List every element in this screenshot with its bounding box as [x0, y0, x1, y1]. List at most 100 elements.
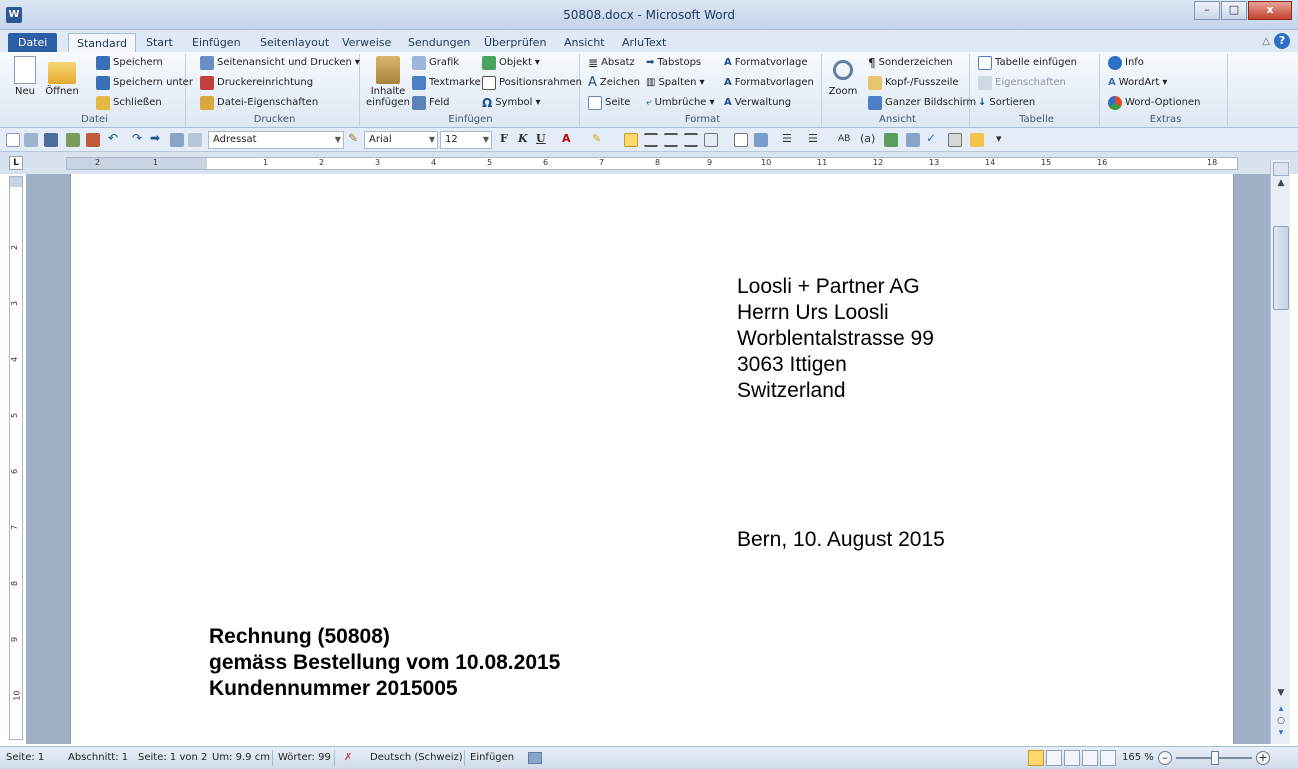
next-page-icon[interactable]: ▾ [1273, 728, 1289, 742]
tab-ueberpruefen[interactable]: Überprüfen [476, 33, 554, 52]
seite-button[interactable]: Seite [588, 94, 630, 112]
oeffnen-button[interactable]: Öffnen [44, 56, 80, 97]
tab-standard[interactable]: Standard [68, 33, 137, 52]
undo-icon[interactable]: ↶ [108, 131, 122, 145]
vertical-scrollbar[interactable]: ▲ ▼ ▴ ○ ▾ [1270, 160, 1290, 744]
verwaltung-button[interactable]: A Verwaltung [724, 94, 791, 112]
proofing-icon[interactable]: ✗ [344, 752, 352, 763]
font-size-combobox[interactable]: 12 ▼ [440, 131, 492, 149]
wordart-button[interactable]: A WordArt ▾ [1108, 74, 1167, 92]
symbol-button[interactable]: Ω Symbol ▾ [482, 94, 541, 112]
formatvorlagen-button[interactable]: A Formatvorlagen [724, 74, 814, 92]
toolbar-icon-4[interactable] [66, 133, 80, 147]
zoom-level[interactable]: 165 % [1122, 752, 1154, 763]
minimize-button[interactable]: – [1194, 1, 1220, 20]
status-section[interactable]: Abschnitt: 1 [68, 752, 128, 763]
numbering-icon[interactable]: ☰ [808, 132, 818, 145]
word-count-icon[interactable] [948, 133, 962, 147]
new-doc-icon[interactable] [6, 133, 20, 147]
info-button[interactable]: Info [1108, 54, 1144, 72]
spellcheck-icon[interactable]: ✓ [926, 131, 940, 145]
scroll-up-icon[interactable]: ▲ [1273, 178, 1289, 192]
recipient-address[interactable]: Loosli + Partner AG Herrn Urs Loosli Wor… [737, 274, 934, 404]
status-page-of[interactable]: Seite: 1 von 2 [138, 752, 207, 763]
zoom-in-button[interactable]: + [1256, 751, 1270, 765]
sonderzeichen-button[interactable]: ¶ Sonderzeichen [868, 54, 953, 72]
spalten-button[interactable]: ▥ Spalten ▾ [646, 74, 705, 92]
status-word-count[interactable]: Wörter: 99 [278, 752, 331, 763]
tab-arlutext[interactable]: ArluText [614, 33, 674, 52]
print-layout-view-icon[interactable] [1028, 750, 1044, 766]
date-line[interactable]: Bern, 10. August 2015 [737, 527, 945, 553]
kopf-fusszeile-button[interactable]: Kopf-/Fusszeile [868, 74, 959, 92]
superscript-icon[interactable]: AB [838, 134, 850, 144]
status-insert-mode[interactable]: Einfügen [470, 752, 514, 763]
speichern-unter-button[interactable]: Speichern unter [96, 74, 193, 92]
highlight-icon[interactable]: ✎ [592, 132, 601, 145]
shading-icon[interactable] [754, 133, 768, 147]
druckereinrichtung-button[interactable]: Druckereinrichtung [200, 74, 313, 92]
tab-selector[interactable]: L [9, 156, 23, 170]
zoom-out-button[interactable]: – [1158, 751, 1172, 765]
seitenansicht-drucken-button[interactable]: Seitenansicht und Drucken ▾ [200, 54, 360, 72]
positionsrahmen-button[interactable]: Positionsrahmen [482, 74, 582, 92]
umbrueche-button[interactable]: ⤶ Umbrüche ▾ [646, 94, 715, 112]
minimize-ribbon-icon[interactable]: △ [1262, 36, 1270, 47]
arrow-right-icon[interactable]: ➡ [150, 131, 164, 145]
sortieren-button[interactable]: ↓ Sortieren [978, 94, 1035, 112]
toolbar-icon-10[interactable] [188, 133, 202, 147]
toolbar-icon-2[interactable] [24, 133, 38, 147]
horizontal-ruler[interactable]: 2 1 1 2 3 4 5 6 7 8 9 10 11 12 13 14 15 16 18 [66, 157, 1238, 170]
underline-button[interactable]: U [536, 132, 546, 145]
justify-icon[interactable] [684, 133, 698, 147]
font-combobox[interactable]: Arial ▼ [364, 131, 438, 149]
tabstops-button[interactable]: ➡ Tabstops [646, 54, 701, 72]
toolbar-icon-5[interactable] [86, 133, 100, 147]
ruler-toggle-icon[interactable] [1273, 162, 1289, 176]
bullets-icon[interactable]: ☰ [782, 132, 792, 145]
zoom-slider-knob[interactable] [1211, 751, 1219, 765]
bold-button[interactable]: F [500, 132, 508, 145]
neu-button[interactable]: Neu [10, 56, 40, 97]
toolbar-icon-3[interactable] [44, 133, 58, 147]
toolbar-color-icon[interactable] [884, 133, 898, 147]
tab-ansicht[interactable]: Ansicht [556, 33, 613, 52]
zeichen-button[interactable]: A Zeichen [588, 74, 640, 92]
document-page[interactable]: Loosli + Partner AG Herrn Urs Loosli Wor… [70, 174, 1234, 744]
toolbar-icon-9[interactable] [170, 133, 184, 147]
scrollbar-thumb[interactable] [1273, 226, 1289, 310]
status-position[interactable]: Um: 9.9 cm [212, 752, 270, 763]
vertical-ruler[interactable]: 234567891011 [9, 176, 23, 757]
align-left-icon[interactable] [624, 133, 638, 147]
toolbar-icon-34[interactable] [970, 133, 984, 147]
full-screen-reading-icon[interactable] [1046, 750, 1062, 766]
close-button[interactable]: x [1248, 1, 1292, 20]
format-painter-icon[interactable]: ✎ [348, 131, 362, 145]
absatz-button[interactable]: ≣ Absatz [588, 54, 635, 72]
objekt-button[interactable]: Objekt ▾ [482, 54, 540, 72]
page-color-icon[interactable] [734, 133, 748, 147]
tabelle-einfuegen-button[interactable]: Tabelle einfügen [978, 54, 1077, 72]
eigenschaften-button[interactable]: Eigenschaften [978, 74, 1066, 92]
toolbar-icon-31[interactable] [906, 133, 920, 147]
tab-start[interactable]: Start [138, 33, 181, 52]
italic-button[interactable]: K [518, 132, 528, 145]
status-language[interactable]: Deutsch (Schweiz) [370, 752, 463, 763]
formatvorlage-button[interactable]: A Formatvorlage [724, 54, 808, 72]
tab-seitenlayout[interactable]: Seitenlayout [252, 33, 337, 52]
ganzer-bildschirm-button[interactable]: Ganzer Bildschirm [868, 94, 976, 112]
zoom-button[interactable]: Zoom [828, 56, 858, 97]
macro-record-icon[interactable] [528, 752, 542, 764]
feld-button[interactable]: Feld [412, 94, 449, 112]
draft-view-icon[interactable] [1100, 750, 1116, 766]
borders-icon[interactable] [704, 133, 718, 147]
grafik-button[interactable]: Grafik [412, 54, 459, 72]
align-right-icon[interactable] [664, 133, 678, 147]
datei-eigenschaften-button[interactable]: Datei-Eigenschaften [200, 94, 318, 112]
style-combobox[interactable]: Adressat ▼ [208, 131, 344, 149]
redo-icon[interactable]: ↷ [132, 131, 146, 145]
align-center-icon[interactable] [644, 133, 658, 147]
font-color-icon[interactable]: A [562, 132, 571, 145]
maximize-button[interactable]: □ [1221, 1, 1247, 20]
help-icon[interactable]: ? [1274, 33, 1290, 49]
